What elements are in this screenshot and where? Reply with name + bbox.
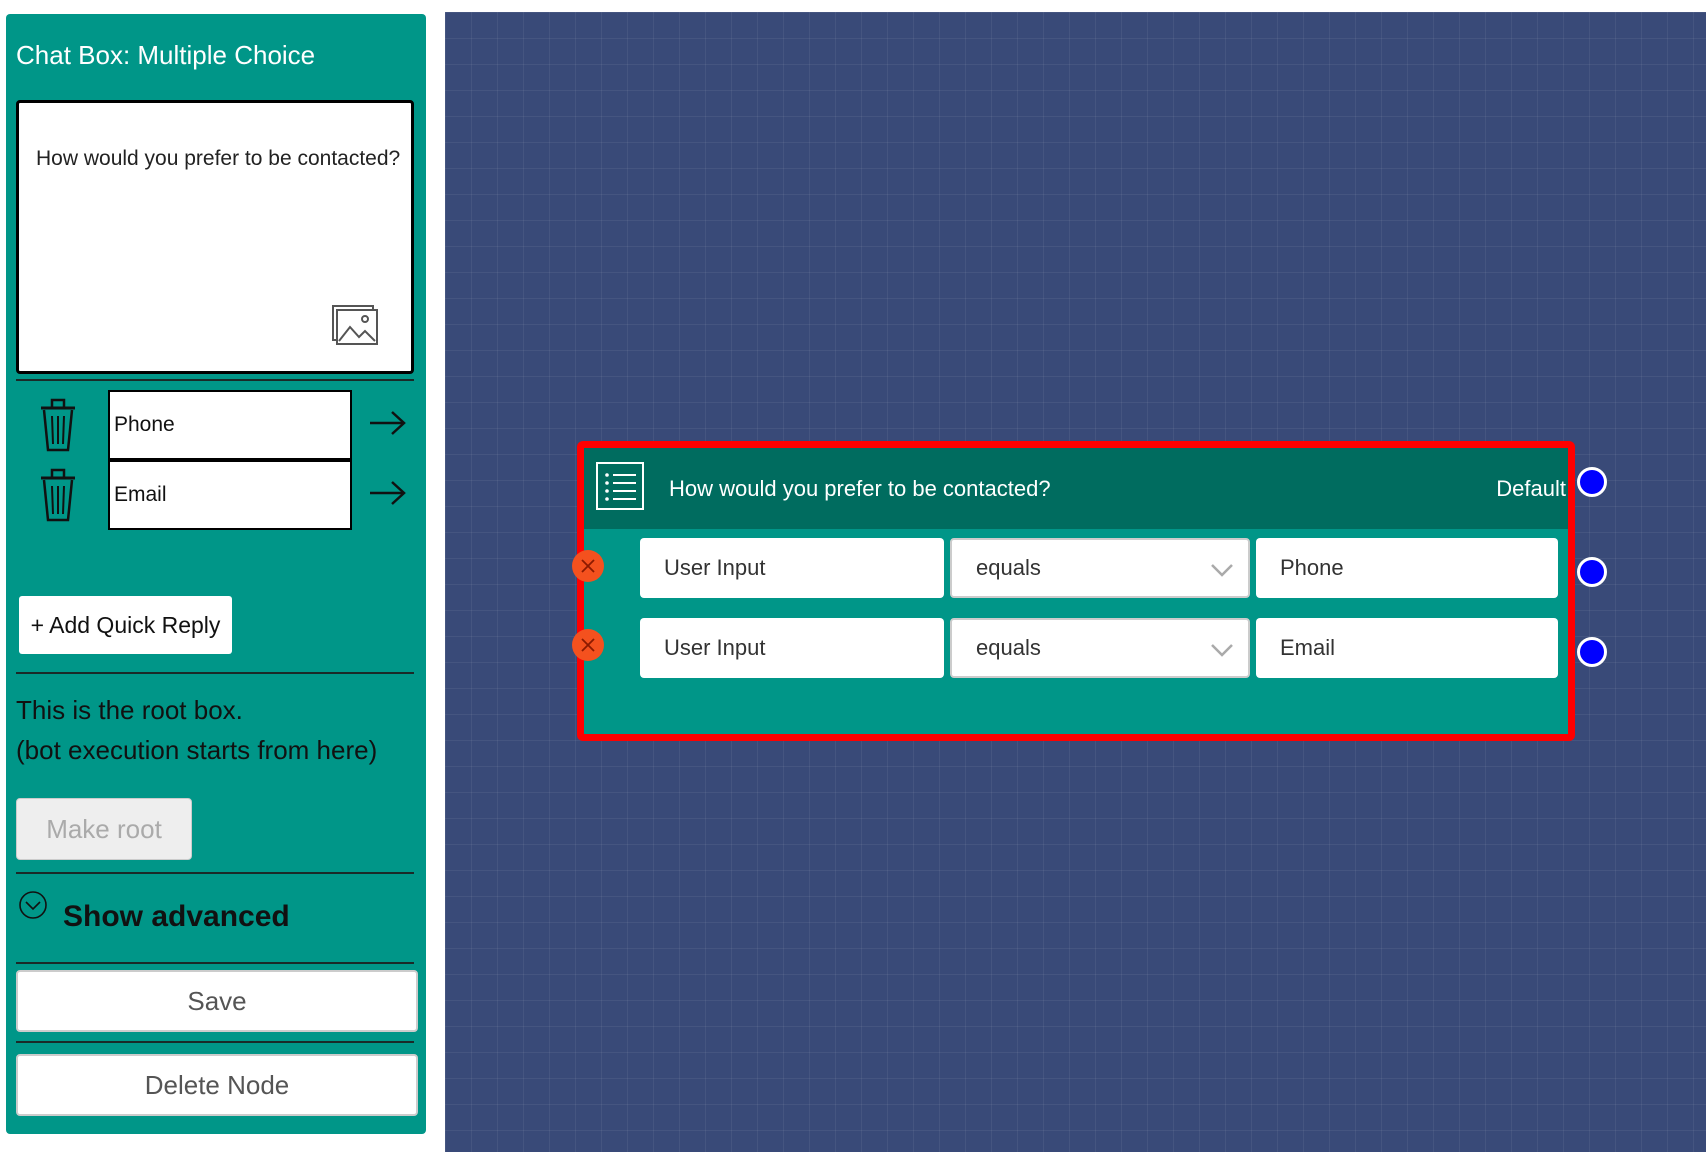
condition-field[interactable]: User Input (640, 618, 944, 678)
save-button[interactable]: Save (16, 970, 418, 1032)
condition-operator-value: equals (976, 635, 1041, 660)
show-advanced-toggle[interactable]: Show advanced (63, 900, 290, 934)
quick-reply-input[interactable]: Phone (108, 390, 352, 460)
divider (16, 962, 414, 964)
message-editor[interactable]: How would you prefer to be contacted? (16, 100, 414, 374)
divider (16, 872, 414, 874)
remove-condition-icon[interactable] (572, 550, 604, 582)
divider (16, 1041, 414, 1043)
chevron-down-icon (1211, 564, 1233, 577)
default-output-port[interactable] (1577, 467, 1607, 497)
root-info-line1: This is the root box. (16, 695, 243, 725)
condition-row: User Input equals Email (572, 618, 1568, 680)
condition-row: User Input equals Phone (572, 538, 1568, 600)
image-icon[interactable] (332, 305, 378, 345)
divider (16, 379, 414, 381)
quick-reply-row: Phone (16, 390, 414, 460)
chevron-circle-down-icon[interactable] (18, 890, 48, 920)
condition-value[interactable]: Email (1256, 618, 1558, 678)
condition-operator-value: equals (976, 555, 1041, 580)
arrow-right-icon[interactable] (368, 480, 408, 506)
root-info: This is the root box. (bot execution sta… (16, 690, 377, 770)
condition-output-port[interactable] (1577, 557, 1607, 587)
delete-node-button[interactable]: Delete Node (16, 1054, 418, 1116)
node-title: How would you prefer to be contacted? (669, 476, 1051, 501)
condition-output-port[interactable] (1577, 637, 1607, 667)
quick-reply-row: Email (16, 460, 414, 530)
list-icon (596, 462, 644, 510)
condition-operator-select[interactable]: equals (950, 538, 1250, 598)
make-root-button[interactable]: Make root (16, 798, 192, 860)
default-output-label: Default (1496, 476, 1566, 501)
quick-reply-input[interactable]: Email (108, 460, 352, 530)
panel-title: Chat Box: Multiple Choice (16, 40, 316, 70)
condition-value[interactable]: Phone (1256, 538, 1558, 598)
node-editor-panel: Chat Box: Multiple Choice How would you … (6, 14, 426, 1134)
trash-icon[interactable] (38, 468, 78, 522)
root-info-line2: (bot execution starts from here) (16, 735, 378, 765)
node-header[interactable]: How would you prefer to be contacted? De… (584, 448, 1568, 529)
message-text[interactable]: How would you prefer to be contacted? (36, 147, 400, 171)
condition-field[interactable]: User Input (640, 538, 944, 598)
condition-operator-select[interactable]: equals (950, 618, 1250, 678)
multiple-choice-node[interactable]: How would you prefer to be contacted? De… (572, 441, 1575, 741)
divider (16, 672, 414, 674)
add-quick-reply-button[interactable]: + Add Quick Reply (19, 596, 232, 654)
arrow-right-icon[interactable] (368, 410, 408, 436)
chevron-down-icon (1211, 644, 1233, 657)
remove-condition-icon[interactable] (572, 629, 604, 661)
trash-icon[interactable] (38, 398, 78, 452)
